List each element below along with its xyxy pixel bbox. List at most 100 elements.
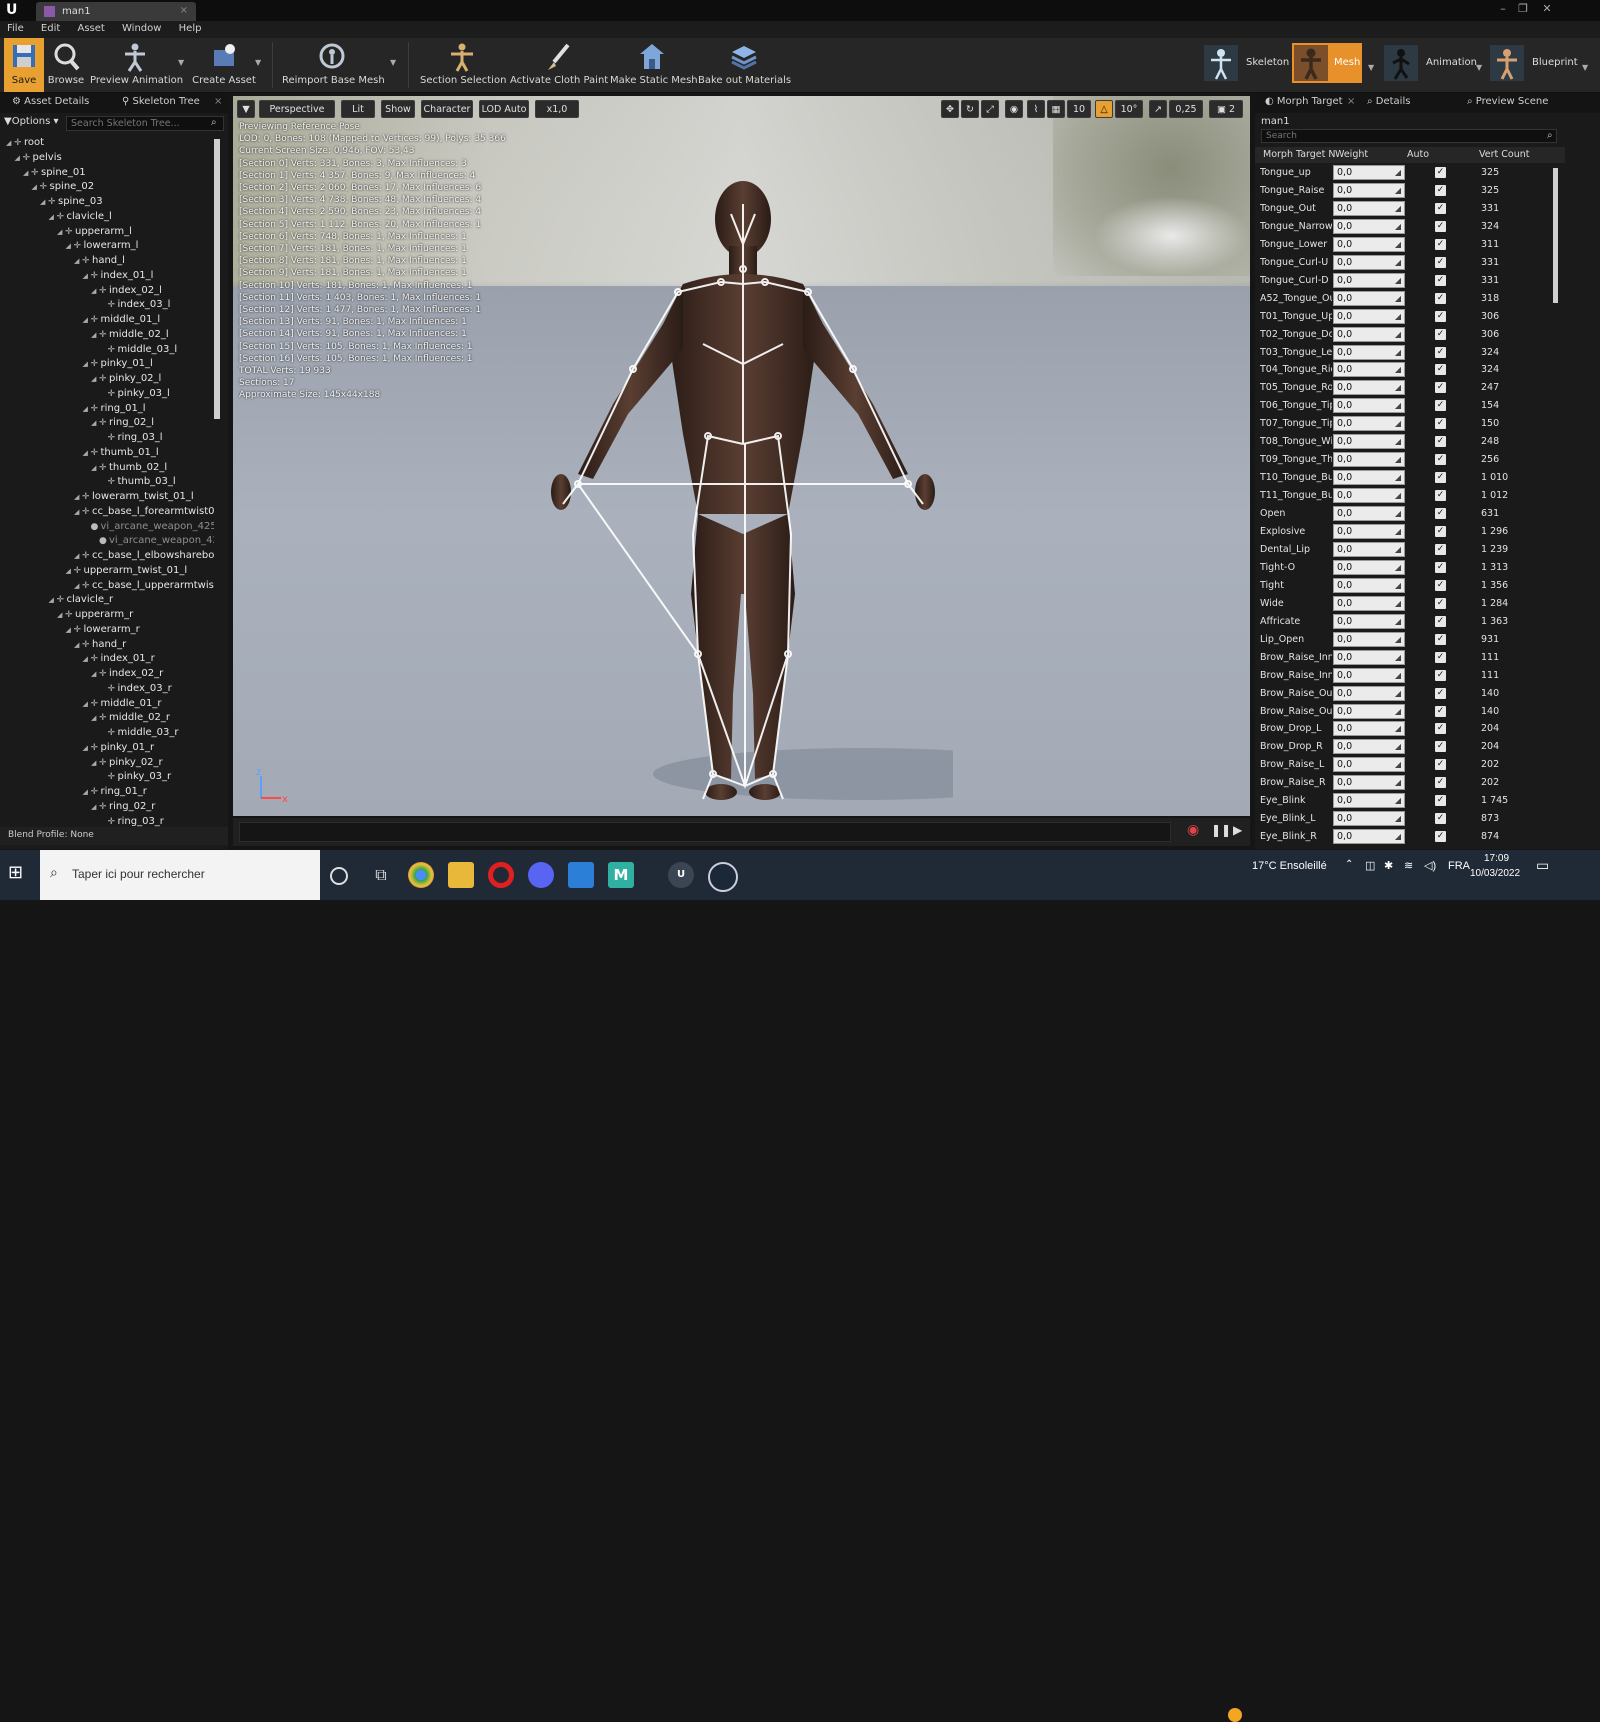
auto-checkbox[interactable]: ✓	[1435, 831, 1446, 843]
auto-checkbox[interactable]: ✓	[1435, 382, 1446, 394]
morph-row[interactable]: Tight-O 0,0 ◢ ✓ 1 313	[1255, 559, 1567, 577]
auto-checkbox[interactable]: ✓	[1435, 741, 1446, 753]
weight-field[interactable]: 0,0 ◢	[1333, 506, 1405, 522]
morph-row[interactable]: Eye_Blink_L 0,0 ◢ ✓ 873	[1255, 810, 1567, 828]
drag-handle-icon[interactable]: ◢	[1395, 489, 1401, 502]
tree-row[interactable]: ◢ ✛ index_02_r	[91, 668, 163, 683]
drag-handle-icon[interactable]: ◢	[1395, 812, 1401, 825]
auto-checkbox[interactable]: ✓	[1435, 490, 1446, 502]
tree-row[interactable]: ◢ ✛ middle_02_l	[91, 329, 169, 344]
tree-row[interactable]: ◢ ✛ pinky_02_r	[91, 757, 163, 772]
tree-row[interactable]: ◢ ✛ lowerarm_twist_01_l	[74, 491, 194, 506]
tree-expander-icon[interactable]: ◢	[83, 744, 91, 752]
chevron-down-icon[interactable]: ▼	[255, 58, 261, 67]
windows-start-icon[interactable]: ⊞	[8, 862, 30, 884]
drag-handle-icon[interactable]: ◢	[1395, 579, 1401, 592]
auto-checkbox[interactable]: ✓	[1435, 687, 1446, 699]
auto-checkbox[interactable]: ✓	[1435, 579, 1446, 591]
perspective-button[interactable]: Perspective	[259, 100, 335, 118]
morph-row[interactable]: A52_Tongue_Ou 0,0 ◢ ✓ 318	[1255, 290, 1567, 308]
minimize-icon[interactable]: –	[1494, 2, 1512, 16]
weight-field[interactable]: 0,0 ◢	[1333, 488, 1405, 504]
chevron-down-icon[interactable]: ▼	[178, 58, 184, 67]
morph-row[interactable]: Lip_Open 0,0 ◢ ✓ 931	[1255, 631, 1567, 649]
weight-field[interactable]: 0,0 ◢	[1333, 595, 1405, 611]
weight-field[interactable]: 0,0 ◢	[1333, 541, 1405, 557]
weight-field[interactable]: 0,0 ◢	[1333, 757, 1405, 773]
morph-row[interactable]: T02_Tongue_Do 0,0 ◢ ✓ 306	[1255, 326, 1567, 344]
drag-handle-icon[interactable]: ◢	[1395, 274, 1401, 287]
morph-row[interactable]: Eye_Blink 0,0 ◢ ✓ 1 745	[1255, 792, 1567, 810]
morph-row[interactable]: Tongue_Raise 0,0 ◢ ✓ 325	[1255, 182, 1567, 200]
tree-row[interactable]: ◢ ✛ upperarm_r	[57, 609, 133, 624]
tree-expander-icon[interactable]: ◢	[66, 567, 74, 575]
morph-row[interactable]: Eye_Blink_R 0,0 ◢ ✓ 874	[1255, 828, 1567, 844]
tree-row[interactable]: ◢ ✛ index_02_l	[91, 285, 162, 300]
drag-handle-icon[interactable]: ◢	[1395, 669, 1401, 682]
steam-icon[interactable]	[708, 862, 738, 892]
weather-text[interactable]: 17°C Ensoleillé	[1252, 860, 1327, 872]
column-weight[interactable]: Weight	[1335, 149, 1368, 160]
auto-checkbox[interactable]: ✓	[1435, 633, 1446, 645]
tree-row[interactable]: ◢ ✛ spine_03	[40, 196, 103, 211]
morph-row[interactable]: Open 0,0 ◢ ✓ 631	[1255, 505, 1567, 523]
auto-checkbox[interactable]: ✓	[1435, 795, 1446, 807]
world-local-icon[interactable]: ◉	[1005, 100, 1023, 118]
auto-checkbox[interactable]: ✓	[1435, 597, 1446, 609]
viewport[interactable]: ▼ Perspective Lit Show Character LOD Aut…	[233, 96, 1250, 816]
auto-checkbox[interactable]: ✓	[1435, 256, 1446, 268]
tree-expander-icon[interactable]: ◢	[49, 596, 57, 604]
unreal-icon[interactable]: U	[668, 862, 694, 888]
morph-row[interactable]: Explosive 0,0 ◢ ✓ 1 296	[1255, 523, 1567, 541]
auto-checkbox[interactable]: ✓	[1435, 238, 1446, 250]
menu-edit[interactable]: Edit	[34, 21, 67, 36]
chevron-down-icon[interactable]: ▼	[390, 58, 396, 67]
notifications-icon[interactable]: ▭	[1536, 857, 1549, 874]
auto-checkbox[interactable]: ✓	[1435, 220, 1446, 232]
tree-row[interactable]: ◢ ✛ index_01_l	[83, 270, 154, 285]
maximize-icon[interactable]: ❐	[1514, 2, 1532, 16]
weight-field[interactable]: 0,0 ◢	[1333, 685, 1405, 701]
weight-field[interactable]: 0,0 ◢	[1333, 326, 1405, 342]
activate-cloth-paint-button[interactable]: Activate Cloth Paint	[510, 38, 608, 92]
morph-row[interactable]: Tongue_Narrow 0,0 ◢ ✓ 324	[1255, 218, 1567, 236]
morph-row[interactable]: Brow_Raise_Out 0,0 ◢ ✓ 140	[1255, 703, 1567, 721]
photos-icon[interactable]	[568, 862, 594, 888]
morph-row[interactable]: T03_Tongue_Le 0,0 ◢ ✓ 324	[1255, 344, 1567, 362]
auto-checkbox[interactable]: ✓	[1435, 167, 1446, 178]
make-static-mesh-button[interactable]: Make Static Mesh	[610, 38, 698, 92]
drag-handle-icon[interactable]: ◢	[1395, 399, 1401, 412]
tree-row[interactable]: ● vi_arcane_weapon_4259	[83, 521, 215, 536]
volume-icon[interactable]: ◁)	[1424, 859, 1436, 872]
tree-expander-icon[interactable]: ◢	[83, 788, 91, 796]
tree-scrollbar[interactable]	[214, 139, 220, 419]
tree-expander-icon[interactable]: ◢	[83, 449, 91, 457]
morph-row[interactable]: T04_Tongue_Ric 0,0 ◢ ✓ 324	[1255, 361, 1567, 379]
drag-handle-icon[interactable]: ◢	[1395, 417, 1401, 430]
record-icon[interactable]: ◉	[1187, 822, 1199, 838]
auto-checkbox[interactable]: ✓	[1435, 543, 1446, 555]
tree-row[interactable]: ✛ middle_03_l	[100, 344, 178, 359]
menu-asset[interactable]: Asset	[70, 21, 111, 36]
auto-checkbox[interactable]: ✓	[1435, 705, 1446, 717]
tray-chevron-icon[interactable]: ⌃	[1345, 859, 1353, 870]
rotation-snap-icon[interactable]: △	[1095, 100, 1113, 118]
column-vert-count[interactable]: Vert Count	[1479, 149, 1529, 160]
auto-checkbox[interactable]: ✓	[1435, 669, 1446, 681]
chevron-down-icon[interactable]: ▼	[1582, 63, 1588, 72]
opera-icon[interactable]	[488, 862, 514, 888]
tree-row[interactable]: ◢ ✛ ring_02_l	[91, 417, 154, 432]
tree-row[interactable]: ◢ ✛ spine_01	[23, 167, 86, 182]
auto-checkbox[interactable]: ✓	[1435, 436, 1446, 448]
tree-expander-icon[interactable]: ◢	[40, 198, 48, 206]
rotate-icon[interactable]: ↻	[961, 100, 979, 118]
auto-checkbox[interactable]: ✓	[1435, 723, 1446, 735]
weight-field[interactable]: 0,0 ◢	[1333, 470, 1405, 486]
tree-expander-icon[interactable]: ◢	[83, 700, 91, 708]
weight-field[interactable]: 0,0 ◢	[1333, 380, 1405, 396]
drag-handle-icon[interactable]: ◢	[1395, 453, 1401, 466]
auto-checkbox[interactable]: ✓	[1435, 184, 1446, 196]
weight-field[interactable]: 0,0 ◢	[1333, 524, 1405, 539]
viewport-options-button[interactable]: ▼	[237, 100, 255, 118]
play-icon[interactable]: ▶	[1233, 823, 1242, 837]
